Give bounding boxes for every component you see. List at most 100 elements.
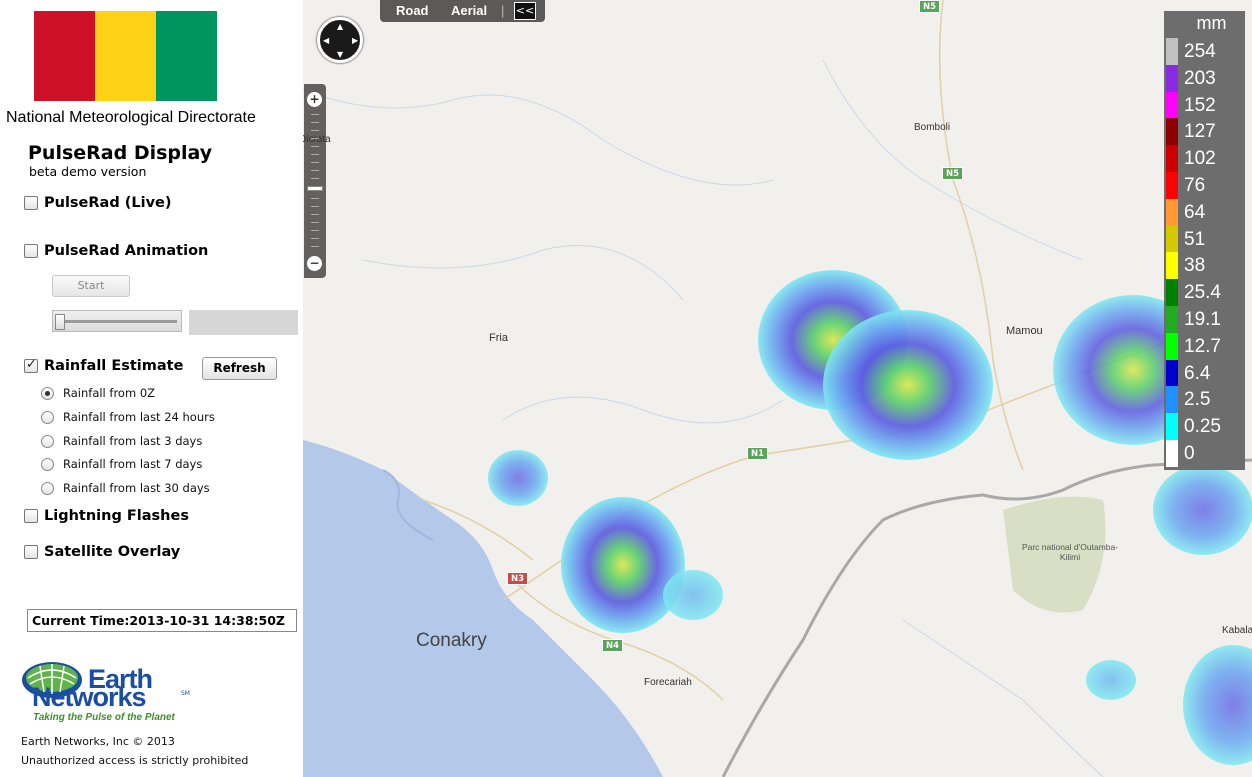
road-shield: N3 bbox=[507, 572, 529, 585]
start-animation-button[interactable]: Start bbox=[52, 275, 130, 297]
map-canvas bbox=[303, 0, 1252, 777]
zoom-in-icon[interactable]: + bbox=[307, 92, 322, 107]
legend-value: 2.5 bbox=[1184, 389, 1211, 411]
legend-row: 6.4 bbox=[1164, 359, 1245, 387]
legend-value: 64 bbox=[1184, 201, 1206, 223]
organization-name: National Meteorological Directorate bbox=[6, 109, 256, 126]
rainfall-option-label: Rainfall from 0Z bbox=[63, 386, 156, 400]
legend-swatch bbox=[1166, 145, 1178, 173]
legend-row: 38 bbox=[1164, 252, 1245, 280]
legend-swatch bbox=[1166, 359, 1178, 387]
zoom-out-icon[interactable]: − bbox=[307, 256, 322, 271]
legend-value: 19.1 bbox=[1184, 309, 1221, 330]
satellite-overlay-label: Satellite Overlay bbox=[44, 544, 181, 560]
legend-value: 25.4 bbox=[1184, 282, 1221, 304]
copyright-text: Earth Networks, Inc © 2013 bbox=[21, 735, 175, 748]
pan-up-icon[interactable]: ▲ bbox=[337, 22, 343, 31]
legend-value: 0.25 bbox=[1184, 416, 1221, 438]
legend-swatch bbox=[1166, 413, 1178, 441]
road-shield: N4 bbox=[602, 639, 624, 652]
logo-service-mark: SM bbox=[181, 690, 190, 697]
legend-swatch bbox=[1166, 332, 1178, 360]
pan-down-icon[interactable]: ▼ bbox=[337, 50, 343, 59]
pan-left-icon[interactable]: ◀ bbox=[323, 36, 329, 45]
legend-value: 38 bbox=[1184, 255, 1206, 277]
rainfall-option-label: Rainfall from last 30 days bbox=[63, 481, 210, 495]
slider-thumb[interactable] bbox=[55, 314, 65, 330]
rainfall-option-7d[interactable]: Rainfall from last 7 days bbox=[41, 457, 202, 471]
collapse-panel-button[interactable]: << bbox=[514, 2, 536, 20]
rainfall-option-label: Rainfall from last 3 days bbox=[63, 434, 203, 448]
pulserad-live-checkbox[interactable] bbox=[24, 196, 38, 210]
logo-text-networks: Networks bbox=[32, 682, 147, 712]
zoom-control[interactable]: + − bbox=[304, 84, 326, 278]
pulserad-animation-option[interactable]: PulseRad Animation bbox=[24, 243, 208, 259]
app-subtitle: beta demo version bbox=[29, 164, 147, 179]
flag-stripe-yellow bbox=[95, 11, 156, 101]
pulserad-live-option[interactable]: PulseRad (Live) bbox=[24, 195, 172, 211]
app-title: PulseRad Display bbox=[28, 142, 213, 164]
legend-value: 51 bbox=[1184, 228, 1206, 250]
legend-swatch bbox=[1166, 64, 1178, 92]
refresh-button[interactable]: Refresh bbox=[202, 357, 277, 380]
legend-row: 203 bbox=[1164, 64, 1245, 92]
legend-row: 102 bbox=[1164, 145, 1245, 173]
legend-row: 254 bbox=[1164, 38, 1245, 65]
road-shield: N1 bbox=[747, 447, 769, 460]
road-view-button[interactable]: Road bbox=[396, 3, 429, 18]
legend-swatch bbox=[1166, 440, 1178, 467]
slider-track bbox=[57, 320, 177, 323]
satellite-overlay-checkbox[interactable] bbox=[24, 545, 38, 559]
lightning-flashes-checkbox[interactable] bbox=[24, 509, 38, 523]
legend-value: 12.7 bbox=[1184, 335, 1221, 357]
control-panel: National Meteorological Directorate Puls… bbox=[0, 0, 303, 777]
legend-swatch bbox=[1166, 386, 1178, 414]
legend-row: 76 bbox=[1164, 172, 1245, 199]
rainfall-option-30d[interactable]: Rainfall from last 30 days bbox=[41, 481, 210, 495]
rainfall-option-radio[interactable] bbox=[41, 410, 54, 424]
legend-swatch bbox=[1166, 306, 1178, 333]
rainfall-option-3d[interactable]: Rainfall from last 3 days bbox=[41, 434, 202, 448]
animation-slider[interactable] bbox=[52, 310, 182, 332]
legend-value: 6.4 bbox=[1184, 362, 1211, 384]
satellite-overlay-option[interactable]: Satellite Overlay bbox=[24, 544, 180, 560]
rainfall-legend: mm 254 203 152 127 102 76 64 51 38 25.4 19.1 12.7 6.… bbox=[1164, 11, 1245, 470]
rainfall-option-0z[interactable]: Rainfall from 0Z bbox=[41, 386, 155, 400]
legend-value: 254 bbox=[1184, 41, 1216, 62]
lightning-flashes-option[interactable]: Lightning Flashes bbox=[24, 508, 189, 524]
legend-swatch bbox=[1166, 172, 1178, 199]
lightning-flashes-label: Lightning Flashes bbox=[44, 508, 189, 524]
road-shield: N5 bbox=[919, 0, 941, 13]
rainfall-option-24h[interactable]: Rainfall from last 24 hours bbox=[41, 410, 215, 424]
zoom-slider-thumb[interactable] bbox=[307, 186, 323, 191]
legend-row: 51 bbox=[1164, 225, 1245, 253]
aerial-view-button[interactable]: Aerial bbox=[451, 3, 487, 18]
rainfall-option-label: Rainfall from last 7 days bbox=[63, 457, 203, 471]
rainfall-option-radio[interactable] bbox=[41, 481, 54, 495]
pulserad-animation-label: PulseRad Animation bbox=[44, 243, 209, 259]
legend-swatch bbox=[1166, 198, 1178, 226]
pan-right-icon[interactable]: ▶ bbox=[352, 36, 358, 45]
legend-value: 0 bbox=[1184, 443, 1195, 464]
rainfall-estimate-checkbox[interactable] bbox=[24, 357, 38, 373]
logo-tagline: Taking the Pulse of the Planet bbox=[33, 712, 175, 723]
rainfall-estimate-option[interactable]: Rainfall Estimate bbox=[24, 357, 184, 374]
place-label-fria: Fria bbox=[489, 332, 508, 344]
map-view[interactable]: Conakry Fria Mamou Bomboli Forecariah Ka… bbox=[303, 0, 1252, 777]
rainfall-option-radio[interactable] bbox=[41, 434, 54, 448]
legend-swatch bbox=[1166, 91, 1178, 119]
place-label-kabala: Kabala bbox=[1222, 625, 1252, 636]
legend-value: 203 bbox=[1184, 67, 1216, 89]
place-label-forecariah: Forecariah bbox=[644, 677, 692, 688]
rainfall-estimate-label: Rainfall Estimate bbox=[44, 358, 184, 374]
legend-row: 127 bbox=[1164, 118, 1245, 146]
rainfall-option-radio[interactable] bbox=[41, 457, 54, 471]
legend-row: 152 bbox=[1164, 91, 1245, 119]
legend-row: 0.25 bbox=[1164, 413, 1245, 441]
pan-compass-control[interactable]: ▲ ▼ ◀ ▶ bbox=[317, 17, 363, 63]
pulserad-animation-checkbox[interactable] bbox=[24, 244, 38, 258]
rainfall-option-radio[interactable] bbox=[41, 386, 54, 400]
place-label-park: Parc national d'Outamba-Kilimi bbox=[1021, 542, 1119, 562]
legend-row: 2.5 bbox=[1164, 386, 1245, 414]
legend-value: 152 bbox=[1184, 94, 1216, 116]
